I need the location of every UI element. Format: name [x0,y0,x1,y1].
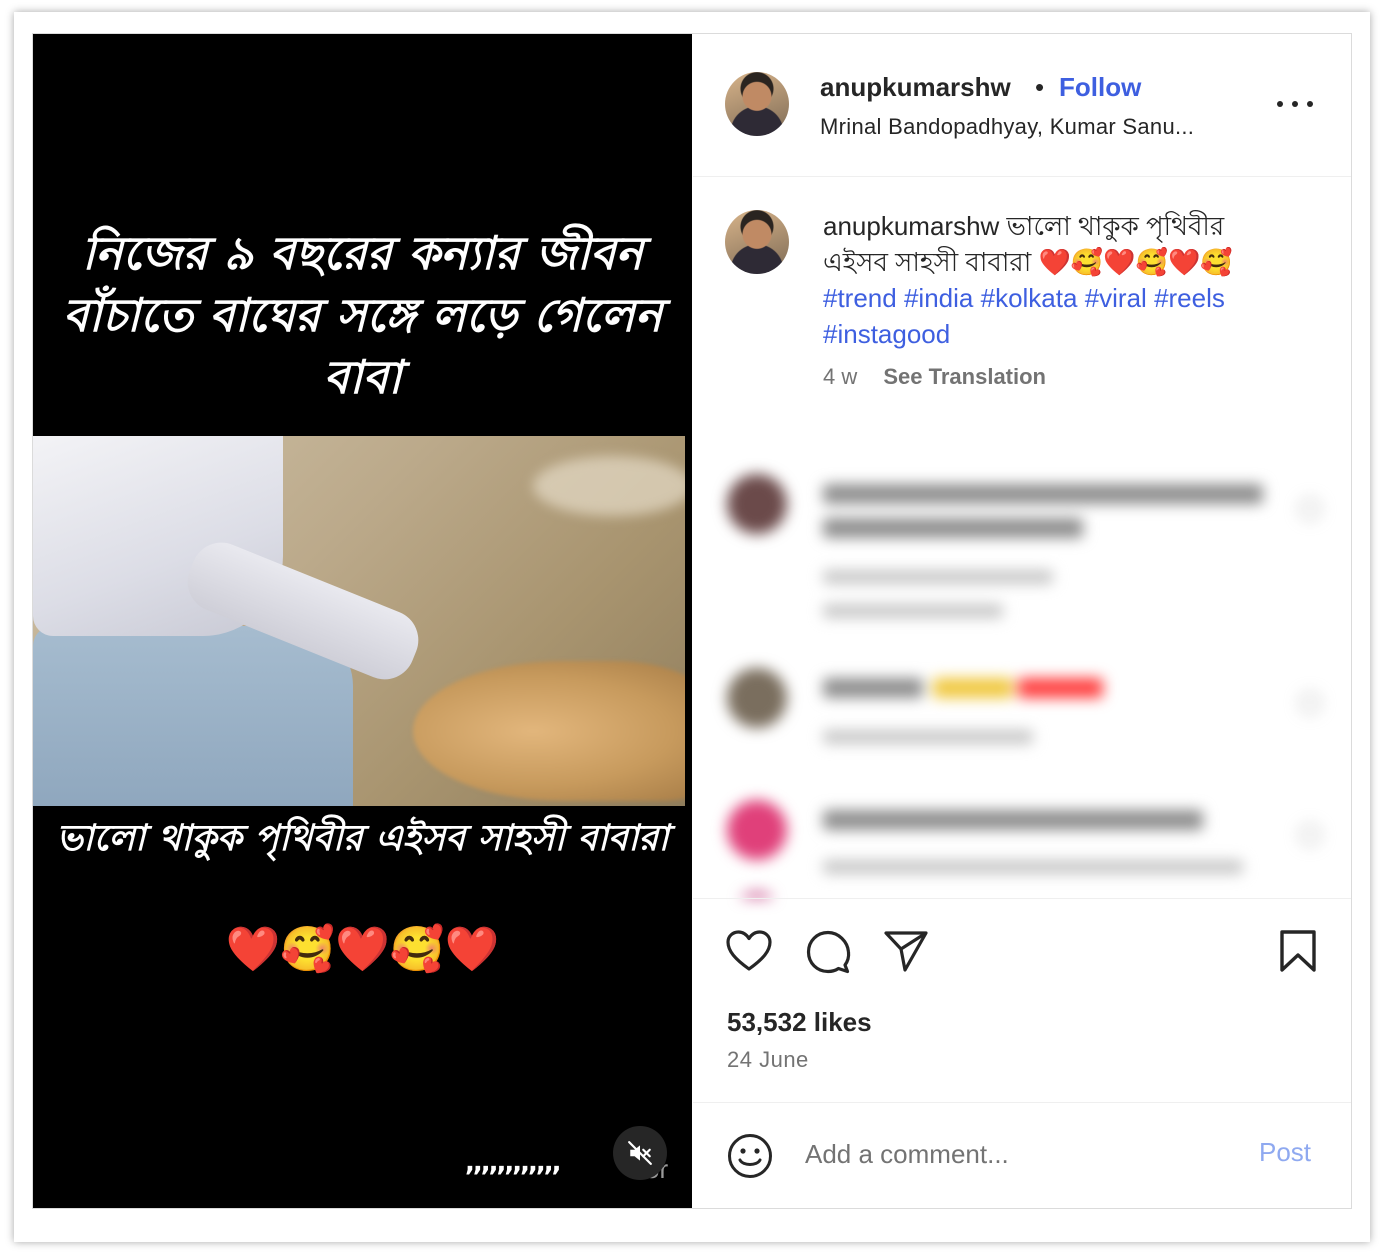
comment-text-blurred [823,678,923,698]
see-translation-button[interactable]: See Translation [883,364,1046,389]
hashtag-link[interactable]: #trend [823,283,897,313]
share-button[interactable] [883,929,929,978]
hashtag-link[interactable]: #instagood [823,319,950,349]
post-actions: 53,532 likes 24 June [693,898,1351,1103]
comment-avatar [727,474,787,534]
speaker-muted-icon [628,1141,652,1165]
follow-button[interactable]: Follow [1059,72,1141,103]
author-avatar[interactable] [725,72,789,136]
caption-age: 4 w [823,364,858,389]
post-sidebar: anupkumarshw • Follow Mrinal Bandopadhya… [693,34,1351,1208]
bookmark-icon [1280,930,1316,972]
audio-attribution[interactable]: Mrinal Bandopadhyay, Kumar Sanu... [820,114,1194,140]
comment-meta-blurred [823,570,1053,584]
hashtag-link[interactable]: #india [904,283,973,313]
caption-username[interactable]: anupkumarshw [823,211,999,241]
comment-input[interactable] [803,1133,1237,1175]
header-separator: • [1035,72,1045,102]
comment-like-icon [1299,498,1321,520]
video-overlay-caption: ভালো থাকুক পৃথিবীর এইসব সাহসী বাবারা [56,818,669,859]
comment-avatar [727,668,787,728]
emoji-picker-button[interactable] [727,1133,773,1184]
save-button[interactable] [1279,929,1317,978]
comment-like-icon [1299,824,1321,846]
comment-meta-blurred [823,730,1033,744]
post-caption: anupkumarshw ভালো থাকুক পৃথিবীর এইসব সাহ… [823,208,1293,352]
comment-avatar [727,800,787,860]
heart-icon [726,930,772,971]
like-button[interactable] [725,929,773,978]
comments-list-blurred [693,434,1351,898]
comment-emoji-blurred [933,678,1013,698]
author-username[interactable]: anupkumarshw [820,72,1011,103]
caption-avatar[interactable] [725,210,789,274]
reel-video[interactable]: নিজের ৯ বছরের কন্যার জীবন বাঁচাতে বাঘের … [33,34,692,1208]
more-options-icon[interactable] [1277,92,1313,116]
emoji-icon [728,1134,772,1178]
video-dust [533,456,685,516]
likes-count[interactable]: 53,532 likes [727,1007,872,1038]
video-overlay-headline: নিজের ৯ বছরের কন্যার জীবন বাঁচাতে বাঘের … [62,226,663,404]
post-date[interactable]: 24 June [727,1047,809,1073]
post-header: anupkumarshw • Follow Mrinal Bandopadhya… [693,34,1351,177]
send-icon [884,931,928,972]
comment-emoji-blurred [1018,678,1103,698]
post-comment-button[interactable]: Post [1259,1137,1311,1168]
post-modal: নিজের ৯ বছরের কন্যার জীবন বাঁচাতে বাঘের … [32,33,1352,1209]
mute-button[interactable] [613,1126,667,1180]
caption-hashtags: #trend #india #kolkata #viral #reels #in… [823,280,1293,352]
comment-icon [806,930,851,974]
caption-meta: 4 w See Translation [823,364,1046,390]
hashtag-link[interactable]: #viral [1085,283,1147,313]
add-comment-bar: Post [693,1102,1351,1208]
video-tiger [413,661,685,801]
video-overlay-hearts: ❤️🥰❤️🥰❤️ [225,925,500,974]
comment-like-icon [1299,692,1321,714]
video-figure-legs [33,626,353,806]
comment-meta-blurred [823,860,1243,874]
video-frame [33,436,685,806]
comment-meta-blurred [823,604,1003,618]
comment-text-blurred [823,484,1263,504]
comment-text-blurred [823,810,1203,830]
hashtag-link[interactable]: #kolkata [981,283,1078,313]
video-overlay-commas: ,,,,,,,,,,,, [465,1148,562,1178]
comment-button[interactable] [805,929,851,980]
hashtag-link[interactable]: #reels [1154,283,1225,313]
comment-text-blurred [823,518,1083,538]
